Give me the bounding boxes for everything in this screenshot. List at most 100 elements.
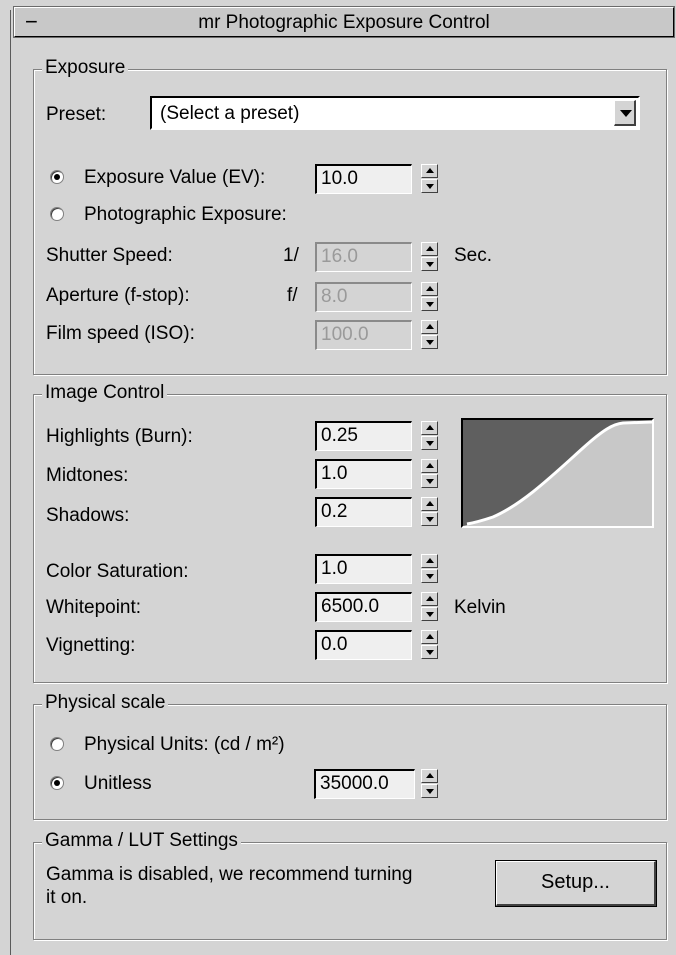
saturation-field[interactable]: 1.0: [315, 554, 412, 584]
spinner-up-button[interactable]: [421, 242, 438, 256]
spinner-down-button[interactable]: [421, 297, 438, 311]
arrow-down-icon: [426, 441, 434, 446]
chevron-down-icon: [620, 110, 632, 117]
physical-scale-group: [33, 704, 667, 820]
exposure-legend: Exposure: [42, 58, 129, 78]
gamma-message-line1: Gamma is disabled, we recommend turning: [46, 864, 413, 885]
spinner-up-button[interactable]: [421, 769, 438, 783]
arrow-down-icon: [426, 302, 434, 307]
arrow-down-icon: [426, 262, 434, 267]
arrow-down-icon: [426, 517, 434, 522]
unitless-radio[interactable]: [50, 776, 64, 790]
arrow-up-icon: [426, 501, 434, 506]
spinner-up-button[interactable]: [421, 630, 438, 644]
vignetting-label: Vignetting:: [46, 635, 136, 656]
arrow-up-icon: [426, 596, 434, 601]
photographic-label[interactable]: Photographic Exposure:: [84, 204, 287, 226]
spinner-up-button[interactable]: [421, 459, 438, 473]
unitless-label[interactable]: Unitless: [84, 773, 152, 795]
spinner-down-button[interactable]: [421, 645, 438, 659]
setup-button[interactable]: Setup...: [495, 860, 657, 907]
spinner-down-button[interactable]: [421, 179, 438, 193]
arrow-up-icon: [426, 463, 434, 468]
highlights-label: Highlights (Burn):: [46, 426, 193, 447]
arrow-up-icon: [426, 286, 434, 291]
physical-units-label[interactable]: Physical Units: (cd / m²): [84, 734, 285, 756]
aperture-field[interactable]: 8.0: [315, 282, 412, 312]
arrow-up-icon: [426, 324, 434, 329]
spinner-up-button[interactable]: [421, 421, 438, 435]
spinner-down-button[interactable]: [421, 335, 438, 349]
radio-ring-icon: [50, 207, 64, 221]
iso-spinner[interactable]: [421, 320, 438, 350]
arrow-down-icon: [426, 184, 434, 189]
spinner-down-button[interactable]: [421, 607, 438, 621]
tone-curve-icon: [463, 420, 653, 526]
spinner-down-button[interactable]: [421, 512, 438, 526]
shadows-label: Shadows:: [46, 505, 130, 526]
highlights-spinner[interactable]: [421, 421, 438, 451]
saturation-spinner[interactable]: [421, 554, 438, 584]
unitless-spinner[interactable]: [421, 769, 438, 799]
aperture-spinner[interactable]: [421, 282, 438, 312]
whitepoint-unit: Kelvin: [454, 597, 506, 618]
highlights-field[interactable]: 0.25: [315, 421, 412, 451]
shadows-spinner[interactable]: [421, 497, 438, 527]
spinner-down-button[interactable]: [421, 569, 438, 583]
arrow-down-icon: [426, 650, 434, 655]
rollout-left-border: [10, 10, 11, 955]
midtones-field[interactable]: 1.0: [315, 459, 412, 489]
spinner-up-button[interactable]: [421, 164, 438, 178]
shutter-unit: Sec.: [454, 245, 493, 266]
spinner-down-button[interactable]: [421, 474, 438, 488]
ev-spinner[interactable]: [421, 164, 438, 194]
photographic-radio[interactable]: [50, 207, 64, 221]
arrow-up-icon: [426, 425, 434, 430]
saturation-label: Color Saturation:: [46, 561, 189, 582]
tone-curve-preview: [461, 418, 654, 528]
shutter-field[interactable]: 16.0: [315, 242, 412, 272]
radio-dot-icon: [54, 780, 60, 786]
spinner-up-button[interactable]: [421, 497, 438, 511]
arrow-down-icon: [426, 612, 434, 617]
arrow-up-icon: [426, 168, 434, 173]
midtones-spinner[interactable]: [421, 459, 438, 489]
arrow-up-icon: [426, 246, 434, 251]
arrow-down-icon: [426, 789, 434, 794]
shutter-prefix: 1/: [283, 245, 299, 266]
physical-scale-legend: Physical scale: [42, 693, 169, 713]
ev-radio[interactable]: [50, 170, 64, 184]
preset-value: (Select a preset): [160, 103, 300, 124]
physical-units-radio[interactable]: [50, 737, 64, 751]
rollout-title: mr Photographic Exposure Control: [198, 12, 490, 33]
spinner-up-button[interactable]: [421, 320, 438, 334]
rollout-header[interactable]: − mr Photographic Exposure Control: [13, 6, 675, 38]
dropdown-arrow-button[interactable]: [614, 100, 636, 126]
midtones-label: Midtones:: [46, 465, 129, 486]
iso-label: Film speed (ISO):: [46, 323, 195, 344]
spinner-down-button[interactable]: [421, 436, 438, 450]
spinner-up-button[interactable]: [421, 554, 438, 568]
vignetting-field[interactable]: 0.0: [315, 630, 412, 660]
spinner-down-button[interactable]: [421, 257, 438, 271]
preset-label: Preset:: [46, 104, 107, 125]
iso-field[interactable]: 100.0: [315, 320, 412, 350]
shutter-spinner[interactable]: [421, 242, 438, 272]
whitepoint-label: Whitepoint:: [46, 597, 142, 618]
spinner-down-button[interactable]: [421, 784, 438, 798]
spinner-up-button[interactable]: [421, 592, 438, 606]
arrow-up-icon: [426, 773, 434, 778]
whitepoint-spinner[interactable]: [421, 592, 438, 622]
whitepoint-field[interactable]: 6500.0: [315, 592, 412, 622]
spinner-up-button[interactable]: [421, 282, 438, 296]
vignetting-spinner[interactable]: [421, 630, 438, 660]
preset-dropdown[interactable]: (Select a preset): [150, 96, 640, 130]
shadows-field[interactable]: 0.2: [315, 497, 412, 527]
unitless-field[interactable]: 35000.0: [314, 769, 415, 799]
image-control-legend: Image Control: [42, 383, 168, 403]
ev-field[interactable]: 10.0: [315, 164, 412, 194]
arrow-down-icon: [426, 479, 434, 484]
ev-label[interactable]: Exposure Value (EV):: [84, 167, 265, 189]
shutter-label: Shutter Speed:: [46, 245, 173, 266]
radio-ring-icon: [50, 737, 64, 751]
